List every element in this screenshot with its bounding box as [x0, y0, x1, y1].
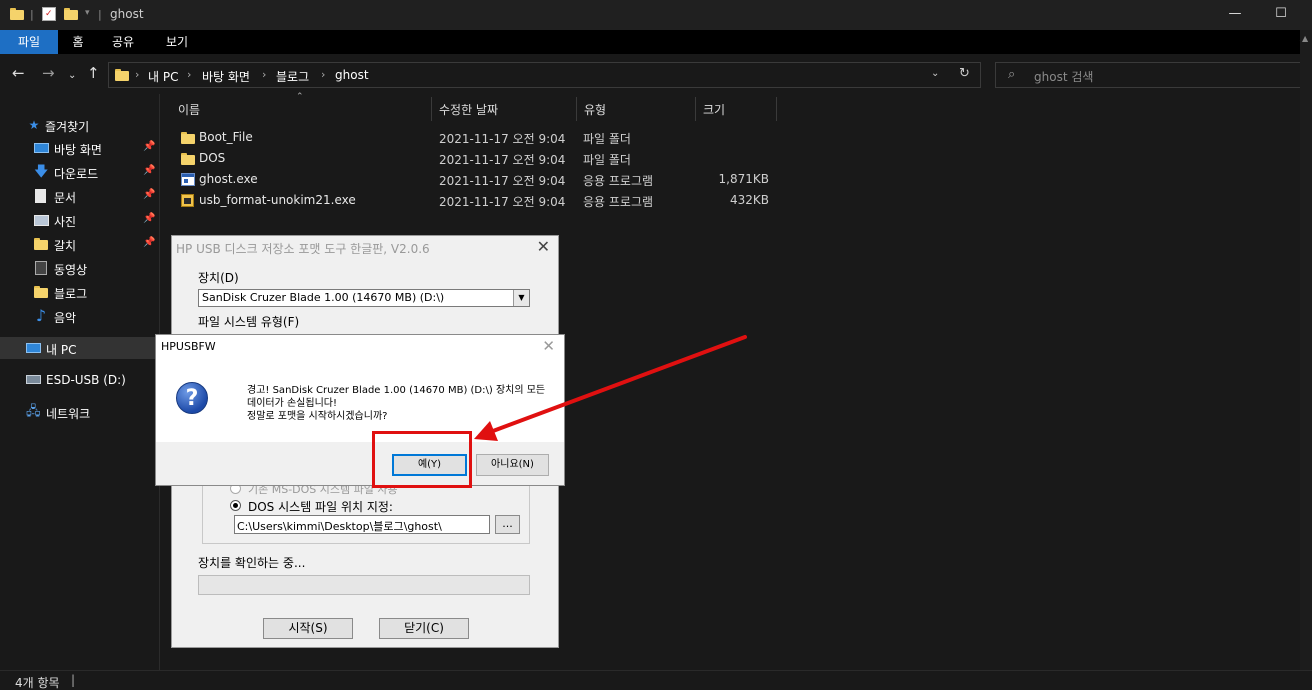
screen: | ✓ ▾ | ghost — ☐ 파일 홈 공유 보기 ⌄ ← → ⌄ ↑ ›… [0, 0, 1312, 690]
annotation-arrow [474, 335, 747, 441]
